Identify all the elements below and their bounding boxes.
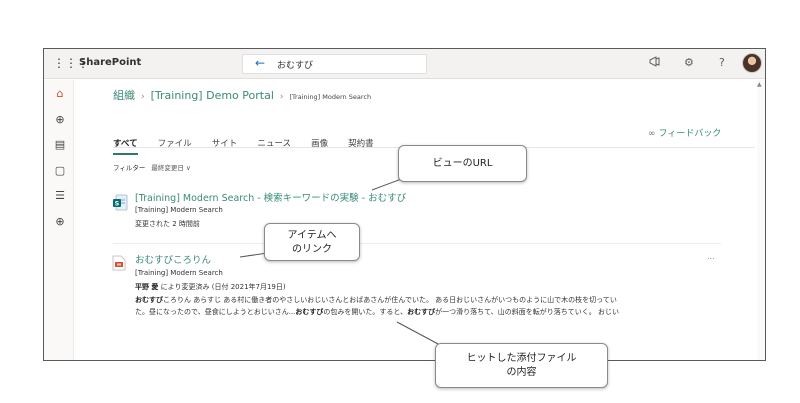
- callout-view-url-text: ビューのURL: [432, 158, 493, 169]
- annotation-arrows: [239, 171, 441, 346]
- callout-attachment: ヒットした添付ファイル の内容: [435, 343, 608, 388]
- callout-item-link: アイテムへ のリンク: [264, 223, 360, 261]
- callout-attachment-line2: の内容: [506, 367, 537, 378]
- callout-view-url: ビューのURL: [398, 145, 527, 182]
- callout-item-link-line1: アイテムへ: [287, 230, 337, 241]
- callout-pointer-attachment: [396, 321, 441, 346]
- callout-item-link-line2: のリンク: [292, 244, 332, 255]
- callout-attachment-line1: ヒットした添付ファイル: [466, 353, 577, 364]
